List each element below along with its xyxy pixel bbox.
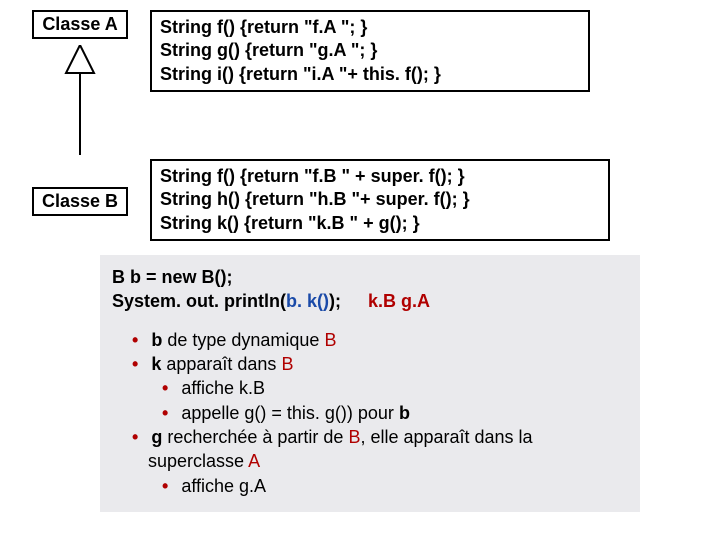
eval-line2: System. out. println(b. k()); k.B g.A [112,289,628,313]
bullet-dot-icon: • [162,403,168,423]
method-b-f: String f() {return "f.B " + super. f(); … [160,165,600,188]
bullet-5-mid2: , elle apparaît dans la [360,427,532,447]
method-a-i: String i() {return "i.A "+ this. f(); } [160,63,580,86]
inheritance-arrow [10,45,150,155]
bullet-4: • appelle g() = this. g()) pour b [162,401,628,425]
class-b-methods: String f() {return "f.B " + super. f(); … [150,159,710,241]
bullet-4-text: appelle g() = this. g()) pour [181,403,399,423]
bullet-dot-icon: • [162,378,168,398]
bullet-3-text: affiche k.B [181,378,265,398]
class-a-left: Classe A [10,10,150,155]
bullet-dot-icon: • [132,354,138,374]
bullet-5: • g recherchée à partir de B, elle appar… [132,425,628,449]
bullet-5b-text: superclasse [148,451,248,471]
bullet-6-text: affiche g.A [181,476,266,496]
bullet-4-b: b [399,403,410,423]
method-b-h: String h() {return "h.B "+ super. f(); } [160,188,600,211]
eval-call-arg: b. k() [286,291,329,311]
class-b-row: Classe B String f() {return "f.B " + sup… [10,159,710,241]
class-a-row: Classe A String f() {return "f.A "; } St… [10,10,710,155]
bullet-5b: superclasse A [148,449,628,473]
bullet-1-classB: B [324,330,336,350]
bullet-dot-icon: • [132,427,138,447]
eval-call-pre: System. out. println( [112,291,286,311]
eval-call-post: ); [329,291,341,311]
bullet-dot-icon: • [132,330,138,350]
explanation-bullets: • b de type dynamique B • k apparaît dan… [112,328,628,498]
bullet-6: • affiche g.A [162,474,628,498]
class-b-left: Classe B [10,159,150,216]
eval-output: k.B g.A [368,291,430,311]
eval-code: B b = new B(); System. out. println(b. k… [112,265,628,314]
evaluation-box: B b = new B(); System. out. println(b. k… [100,255,640,512]
method-b-k: String k() {return "k.B " + g(); } [160,212,600,235]
bullet-2: • k apparaît dans B [132,352,628,376]
bullet-5-g: g [151,427,162,447]
bullet-2-classB: B [281,354,293,374]
method-a-f: String f() {return "f.A "; } [160,16,580,39]
bullet-1-mid: de type dynamique [162,330,324,350]
bullet-1-b: b [151,330,162,350]
class-a-box: Classe A [32,10,127,39]
arrow-up-icon [62,45,98,155]
class-a-methods: String f() {return "f.A "; } String g() … [150,10,710,92]
eval-line1: B b = new B(); [112,265,628,289]
bullet-2-mid: apparaît dans [161,354,281,374]
bullet-5-mid1: recherchée à partir de [162,427,348,447]
class-b-box: Classe B [32,187,128,216]
bullet-5-classB: B [348,427,360,447]
bullet-1: • b de type dynamique B [132,328,628,352]
bullet-3: • affiche k.B [162,376,628,400]
bullet-dot-icon: • [162,476,168,496]
bullet-2-k: k [151,354,161,374]
method-a-g: String g() {return "g.A "; } [160,39,580,62]
bullet-5b-classA: A [248,451,260,471]
